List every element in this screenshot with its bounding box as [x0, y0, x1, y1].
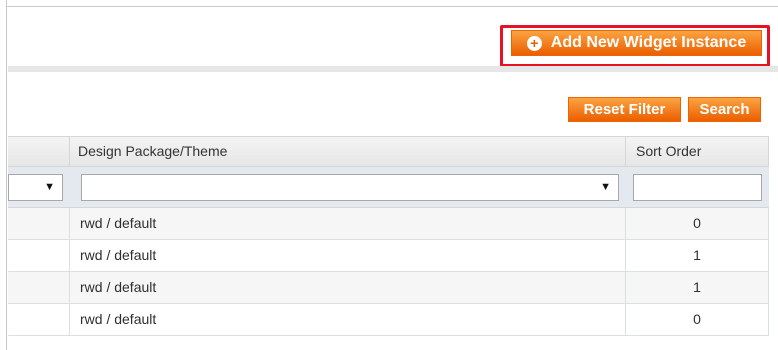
table-row[interactable]: rwd / default 1 — [8, 240, 769, 272]
column-header-truncated[interactable] — [8, 137, 70, 166]
table-cell-sort-order: 1 — [626, 272, 769, 303]
table-cell-truncated — [8, 240, 70, 271]
table-cell-sort-order: 0 — [626, 208, 769, 239]
grid-header-row: Design Package/Theme Sort Order — [8, 136, 769, 167]
table-row[interactable]: rwd / default 1 — [8, 272, 769, 304]
table-cell-theme: rwd / default — [70, 208, 626, 239]
table-row[interactable]: rwd / default 0 — [8, 208, 769, 240]
header-divider — [8, 66, 778, 72]
add-new-widget-instance-button[interactable]: + Add New Widget Instance — [511, 30, 762, 56]
reset-filter-button[interactable]: Reset Filter — [568, 97, 681, 122]
window-top-border — [0, 0, 778, 7]
plus-circle-icon: + — [526, 35, 542, 51]
window-left-border — [0, 0, 7, 350]
search-button[interactable]: Search — [688, 97, 761, 122]
filter-input-sort-order[interactable] — [633, 174, 762, 201]
table-cell-theme: rwd / default — [70, 304, 626, 335]
table-cell-truncated — [8, 304, 70, 335]
table-cell-sort-order: 0 — [626, 304, 769, 335]
filter-select-truncated[interactable]: ▼ — [8, 174, 63, 201]
filter-select-design-theme[interactable]: ▼ — [81, 174, 619, 201]
column-header-sort-order[interactable]: Sort Order — [626, 137, 769, 166]
add-button-label: Add New Widget Instance — [550, 34, 747, 51]
table-cell-theme: rwd / default — [70, 240, 626, 271]
table-cell-truncated — [8, 208, 70, 239]
table-cell-theme: rwd / default — [70, 272, 626, 303]
chevron-down-icon: ▼ — [44, 181, 55, 193]
table-cell-sort-order: 1 — [626, 240, 769, 271]
table-cell-truncated — [8, 272, 70, 303]
table-row[interactable]: rwd / default 0 — [8, 304, 769, 336]
chevron-down-icon: ▼ — [600, 181, 611, 193]
column-header-design-package-theme[interactable]: Design Package/Theme — [70, 137, 626, 166]
grid-filter-row: ▼ ▼ — [8, 167, 769, 208]
